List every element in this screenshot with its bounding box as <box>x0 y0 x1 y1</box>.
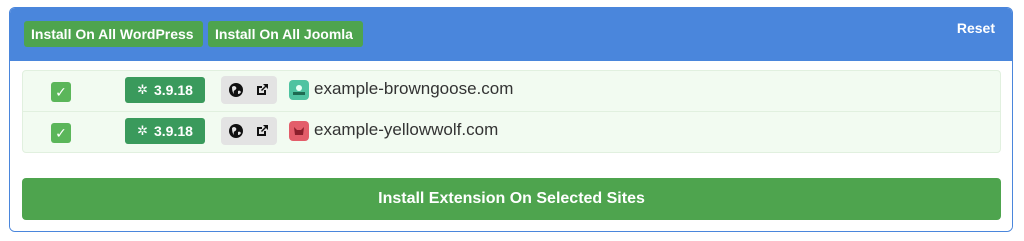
joomla-version-badge: ✲ 3.9.18 <box>125 77 205 103</box>
site-domain[interactable]: example-yellowwolf.com <box>314 120 498 140</box>
globe-icon[interactable] <box>228 82 244 98</box>
panel-body: ✓ ✲ 3.9.18 example-browngoose.com ✓ ✲ 3.… <box>10 61 1012 231</box>
site-row: ✓ ✲ 3.9.18 example-browngoose.com <box>23 71 1000 111</box>
external-link-icon[interactable] <box>254 82 270 98</box>
joomla-version-badge: ✲ 3.9.18 <box>125 118 205 144</box>
install-selected-button[interactable]: Install Extension On Selected Sites <box>22 178 1001 220</box>
globe-icon[interactable] <box>228 123 244 139</box>
site-checkbox[interactable]: ✓ <box>51 82 71 102</box>
install-extension-panel: Install On All WordPress Install On All … <box>9 7 1013 232</box>
site-list: ✓ ✲ 3.9.18 example-browngoose.com ✓ ✲ 3.… <box>22 70 1001 153</box>
site-link-group <box>221 76 277 104</box>
site-favicon <box>289 80 309 100</box>
external-link-icon[interactable] <box>254 123 270 139</box>
joomla-icon: ✲ <box>137 82 148 97</box>
site-link-group <box>221 117 277 145</box>
reset-link[interactable]: Reset <box>957 20 995 36</box>
joomla-icon: ✲ <box>137 123 148 138</box>
site-domain[interactable]: example-browngoose.com <box>314 79 513 99</box>
version-label: 3.9.18 <box>153 82 193 98</box>
install-all-joomla-button[interactable]: Install On All Joomla <box>208 21 363 47</box>
panel-header: Install On All WordPress Install On All … <box>10 8 1012 61</box>
install-all-wordpress-button[interactable]: Install On All WordPress <box>24 21 203 47</box>
site-row: ✓ ✲ 3.9.18 example-yellowwolf.com <box>23 111 1000 152</box>
site-checkbox[interactable]: ✓ <box>51 123 71 143</box>
version-label: 3.9.18 <box>153 123 193 139</box>
site-favicon <box>289 121 309 141</box>
